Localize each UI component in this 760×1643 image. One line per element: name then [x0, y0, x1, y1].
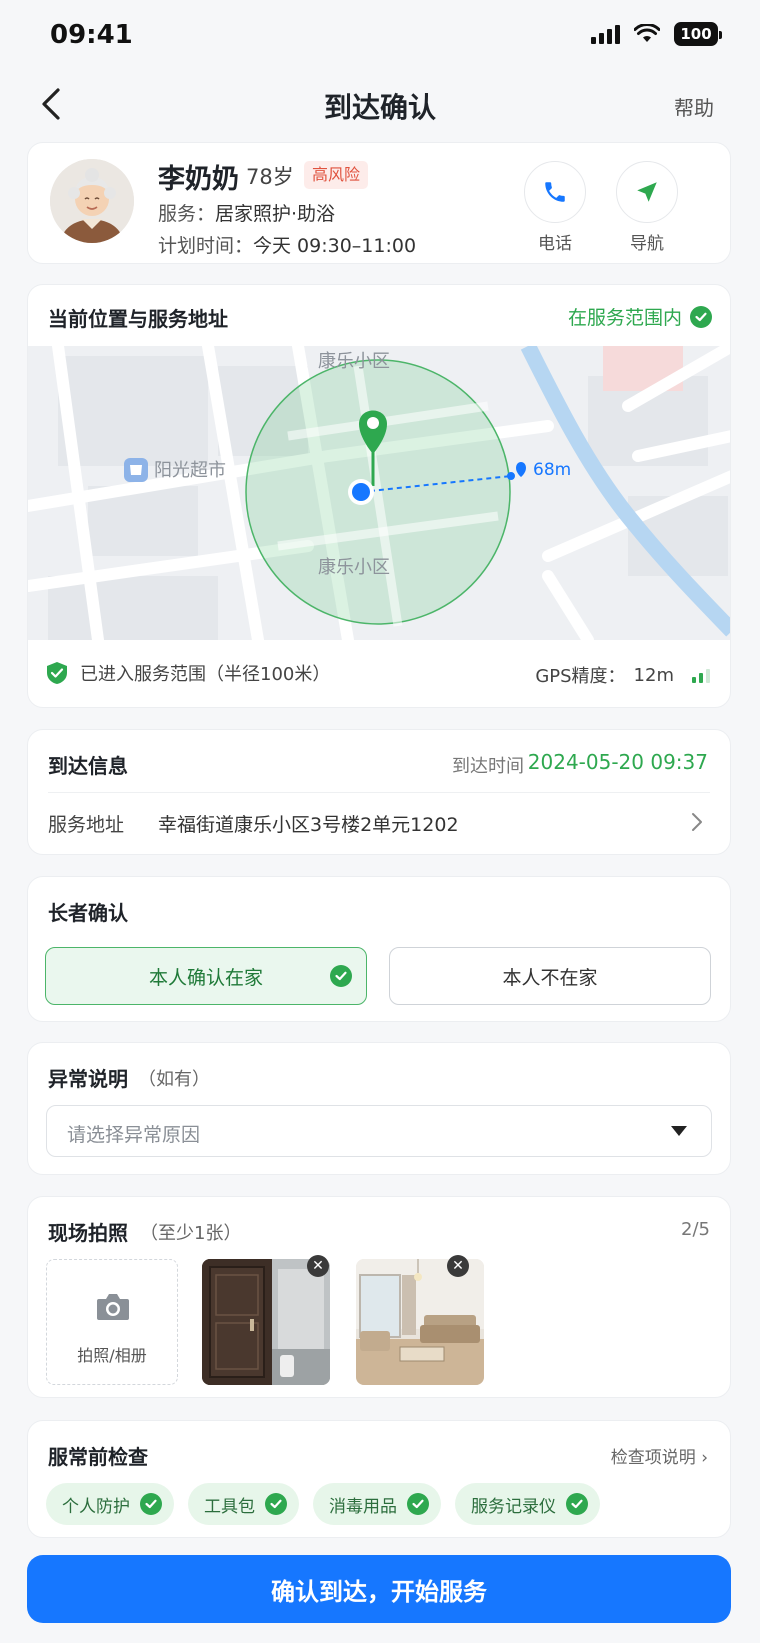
- location-title: 当前位置与服务地址: [48, 307, 228, 331]
- photo-thumbnail-living-room[interactable]: [356, 1259, 484, 1385]
- location-card: 当前位置与服务地址 在服务范围内 68m 康乐小区 康乐小区 阳光超市 已进入服…: [27, 284, 731, 708]
- photo-count: 2/5: [681, 1219, 710, 1240]
- patient-card: 李奶奶 78岁 高风险 服务：居家照护·助浴 计划时间：今天 09:30–11:…: [27, 142, 731, 264]
- precheck-tag-disinfectant[interactable]: 消毒用品: [313, 1483, 441, 1525]
- check-circle-icon: [140, 1493, 162, 1515]
- map-view[interactable]: 68m 康乐小区 康乐小区 阳光超市: [28, 340, 730, 646]
- map-label-community-bottom: 康乐小区: [318, 557, 390, 578]
- patient-name: 李奶奶: [158, 164, 239, 195]
- navigate-button[interactable]: 导航: [616, 161, 678, 254]
- service-type: 服务：居家照护·助浴: [158, 203, 336, 225]
- risk-badge: 高风险: [304, 161, 369, 189]
- option-not-home[interactable]: 本人不在家: [389, 947, 711, 1005]
- photo-subtitle: （至少1张）: [140, 1223, 242, 1244]
- help-link[interactable]: 帮助: [674, 92, 714, 121]
- arrival-time: 2024-05-20 09:37: [527, 750, 708, 774]
- photo-card: 现场拍照 （至少1张） 2/5 拍照/相册 ✕ ✕: [27, 1196, 731, 1398]
- battery-icon: 100: [674, 22, 722, 46]
- abnormal-card: 异常说明 （如有） 请选择异常原因: [27, 1042, 731, 1175]
- add-photo-button[interactable]: 拍照/相册: [46, 1259, 178, 1385]
- check-circle-icon: [407, 1493, 429, 1515]
- check-circle-icon: [566, 1493, 588, 1515]
- precheck-card: 服常前检查 检查项说明 › 个人防护 工具包 消毒用品 服务记录仪: [27, 1420, 731, 1538]
- abnormal-reason-select[interactable]: 请选择异常原因: [46, 1105, 712, 1157]
- call-button[interactable]: 电话: [524, 161, 586, 254]
- arrival-title: 到达信息: [48, 754, 128, 778]
- avatar: [50, 159, 134, 243]
- shield-check-icon: [47, 662, 67, 684]
- photo-thumbnail-door[interactable]: [202, 1259, 330, 1385]
- patient-age: 78岁: [246, 165, 294, 189]
- check-circle-icon: [690, 305, 712, 328]
- gps-signal-icon: [692, 667, 710, 683]
- abnormal-title: 异常说明: [48, 1067, 128, 1091]
- remove-photo-1-button[interactable]: ✕: [307, 1255, 329, 1277]
- camera-icon: [97, 1294, 129, 1320]
- nav-bar: 到达确认 帮助: [0, 72, 760, 136]
- check-circle-icon: [330, 965, 352, 987]
- check-circle-icon: [265, 1493, 287, 1515]
- precheck-help-link[interactable]: 检查项说明 ›: [611, 1443, 708, 1468]
- status-time: 09:41: [50, 20, 133, 50]
- confirm-arrival-button[interactable]: 确认到达，开始服务: [27, 1555, 731, 1623]
- divider: [48, 792, 710, 793]
- address-label: 服务地址: [48, 814, 125, 836]
- chevron-right-icon[interactable]: [690, 812, 704, 832]
- precheck-tag-recorder[interactable]: 服务记录仪: [455, 1483, 600, 1525]
- map-label-poi: 阳光超市: [154, 460, 226, 481]
- gps-accuracy: GPS精度： 12m: [535, 662, 710, 688]
- address-value[interactable]: 幸福街道康乐小区3号楼2单元1202: [158, 810, 459, 837]
- wifi-icon: [634, 24, 660, 42]
- page-title: 到达确认: [323, 91, 436, 124]
- map-label-community-top: 康乐小区: [318, 351, 390, 372]
- range-info: 已进入服务范围（半径100米）: [46, 660, 330, 686]
- arrival-info-card: 到达信息 到达时间 2024-05-20 09:37 服务地址 幸福街道康乐小区…: [27, 729, 731, 855]
- precheck-tag-toolkit[interactable]: 工具包: [188, 1483, 299, 1525]
- range-status: 在服务范围内: [568, 303, 712, 330]
- photo-title: 现场拍照: [48, 1221, 128, 1245]
- cellular-signal-icon: [591, 24, 620, 44]
- navigation-arrow-icon: [637, 182, 657, 202]
- planned-time: 计划时间：今天 09:30–11:00: [158, 235, 417, 257]
- remove-photo-2-button[interactable]: ✕: [447, 1255, 469, 1277]
- distance-label: 68m: [533, 460, 571, 480]
- precheck-title: 服常前检查: [48, 1445, 148, 1469]
- arrival-time-label: 到达时间: [452, 756, 524, 777]
- precheck-tags: 个人防护 工具包 消毒用品 服务记录仪: [46, 1483, 600, 1525]
- chevron-right-icon: ›: [701, 1448, 708, 1468]
- elder-confirm-title: 长者确认: [48, 901, 128, 925]
- caret-down-icon: [671, 1126, 687, 1136]
- phone-icon: [545, 182, 565, 202]
- status-bar: 09:41 100: [0, 0, 760, 72]
- precheck-tag-protection[interactable]: 个人防护: [46, 1483, 174, 1525]
- elder-confirm-card: 长者确认 本人确认在家 本人不在家: [27, 876, 731, 1022]
- option-at-home[interactable]: 本人确认在家: [45, 947, 367, 1005]
- abnormal-subtitle: （如有）: [138, 1069, 210, 1090]
